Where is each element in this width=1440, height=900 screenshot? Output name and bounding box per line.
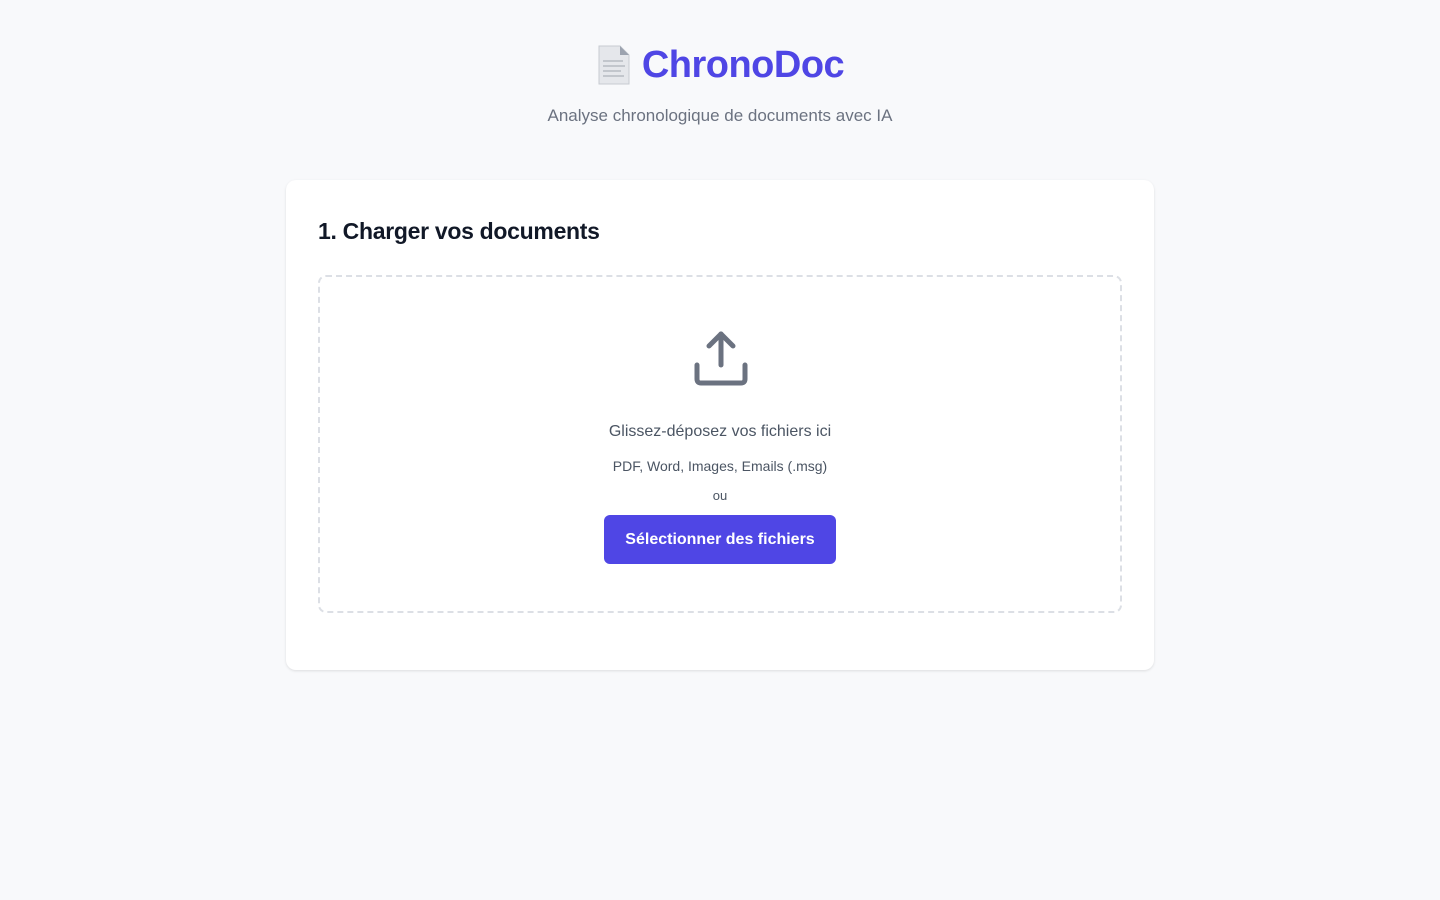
app-subtitle: Analyse chronologique de documents avec …	[547, 106, 893, 125]
brand: ChronoDoc	[0, 40, 1440, 90]
app-header: ChronoDoc Analyse chronologique de docum…	[0, 40, 1440, 126]
accepted-formats: PDF, Word, Images, Emails (.msg)	[612, 458, 828, 474]
or-separator: ou	[712, 488, 728, 503]
select-files-button[interactable]: Sélectionner des fichiers	[604, 515, 836, 564]
upload-card: 1. Charger vos documents Glissez-déposez…	[286, 180, 1154, 670]
section-title: 1. Charger vos documents	[318, 218, 600, 244]
app-title: ChronoDoc	[641, 43, 845, 86]
dropzone-instruction: Glissez-déposez vos fichiers ici	[608, 423, 832, 440]
upload-icon	[692, 329, 750, 387]
file-dropzone[interactable]: Glissez-déposez vos fichiers ici PDF, Wo…	[318, 275, 1122, 613]
document-icon	[596, 44, 632, 86]
